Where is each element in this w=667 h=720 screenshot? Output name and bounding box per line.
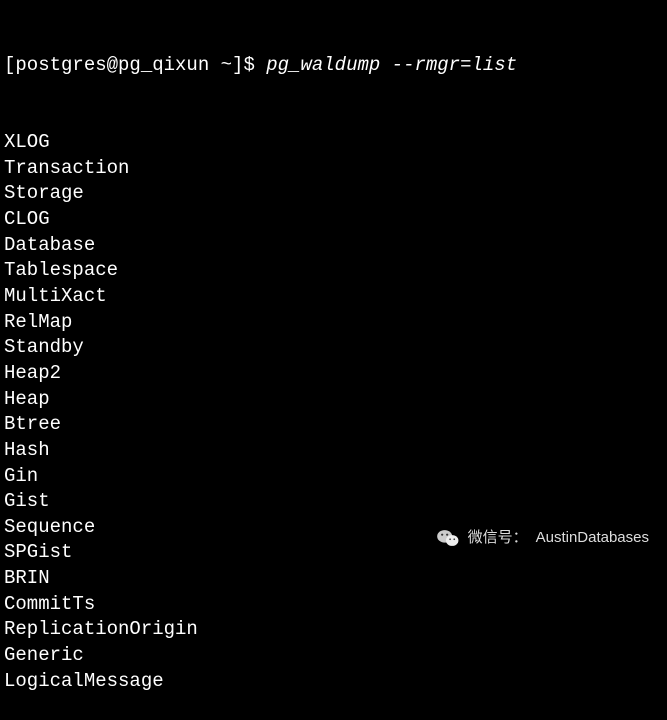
output-container: XLOGTransactionStorageCLOGDatabaseTables… (4, 130, 663, 694)
wechat-icon (436, 528, 460, 548)
terminal-output: [postgres@pg_qixun ~]$ pg_waldump --rmgr… (4, 2, 663, 720)
watermark: 微信号： AustinDatabases (436, 528, 649, 548)
output-line: CommitTs (4, 592, 663, 618)
output-line: Generic (4, 643, 663, 669)
output-line: Heap2 (4, 361, 663, 387)
watermark-label: 微信号： (468, 528, 528, 548)
output-line: Storage (4, 181, 663, 207)
output-line: Tablespace (4, 258, 663, 284)
output-line: ReplicationOrigin (4, 617, 663, 643)
output-line: CLOG (4, 207, 663, 233)
output-line: RelMap (4, 310, 663, 336)
output-line: Transaction (4, 156, 663, 182)
output-line: BRIN (4, 566, 663, 592)
output-line: Hash (4, 438, 663, 464)
output-line: MultiXact (4, 284, 663, 310)
output-line: Gist (4, 489, 663, 515)
command-line: [postgres@pg_qixun ~]$ pg_waldump --rmgr… (4, 53, 663, 79)
output-line: Database (4, 233, 663, 259)
watermark-value: AustinDatabases (536, 528, 649, 548)
output-line: Standby (4, 335, 663, 361)
shell-command: pg_waldump --rmgr=list (266, 53, 517, 79)
output-line: XLOG (4, 130, 663, 156)
output-line: Btree (4, 412, 663, 438)
output-line: LogicalMessage (4, 669, 663, 695)
output-line: Gin (4, 464, 663, 490)
output-line: Heap (4, 387, 663, 413)
shell-prompt: [postgres@pg_qixun ~]$ (4, 53, 266, 79)
